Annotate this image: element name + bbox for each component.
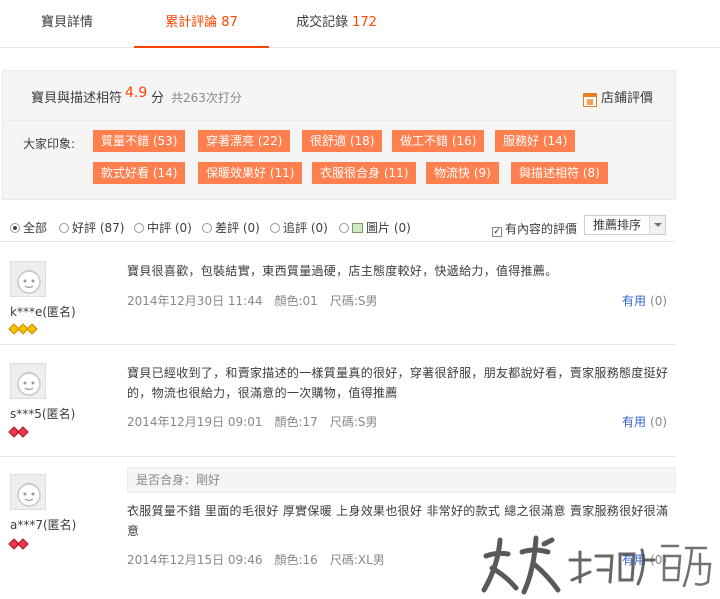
- tab-reviews[interactable]: 累計評論 87: [134, 0, 269, 48]
- tab-count: 172: [352, 15, 377, 30]
- rating-summary: 寶貝與描述相符 4.9 分 共263次打分 ▦ 店鋪評價 大家印象: 質量不錯 (…: [2, 70, 676, 200]
- useful-count: (0): [650, 415, 668, 429]
- tab-label: 成交記錄: [296, 15, 349, 30]
- default-avatar-icon: [11, 364, 45, 398]
- tab-transactions[interactable]: 成交記錄 172: [269, 0, 404, 48]
- impression-tag[interactable]: 與描述相符 (8): [511, 162, 608, 184]
- impression-tag[interactable]: 物流快 (9): [426, 162, 499, 184]
- review-size: 尺碼:XL男: [329, 553, 385, 567]
- default-avatar-icon: [11, 475, 45, 509]
- filter-label: 好評 (87): [72, 221, 125, 235]
- impression-tag[interactable]: 保暖效果好 (11): [198, 162, 303, 184]
- review-date: 2014年12月15日 09:46: [127, 553, 263, 567]
- review-item: k***e(匿名) 寶貝很喜歡，包裝結實，東西質量過硬，店主態度較好，快遞給力，…: [0, 245, 676, 345]
- reviewer-name: s***5(匿名): [10, 407, 76, 421]
- shop-rating-link[interactable]: ▦ 店鋪評價: [583, 87, 653, 107]
- radio-icon: [202, 223, 212, 233]
- review-text: 寶貝很喜歡，包裝結實，東西質量過硬，店主態度較好，快遞給力，值得推薦。: [127, 264, 558, 278]
- filter-pictures[interactable]: 圖片 (0): [339, 219, 411, 236]
- checkmark-icon: ✓: [492, 227, 502, 237]
- filter-label: 全部: [23, 221, 48, 235]
- review-meta: 2014年12月30日 11:44 顏色:01 尺碼:S男: [127, 292, 389, 309]
- filter-label: 追評 (0): [283, 221, 328, 235]
- filter-positive[interactable]: 好評 (87): [59, 219, 124, 236]
- filter-negative[interactable]: 差評 (0): [202, 219, 260, 236]
- radio-icon: [270, 223, 280, 233]
- sort-value: 推薦排序: [593, 218, 642, 232]
- score-row: 寶貝與描述相符 4.9 分 共263次打分 ▦ 店鋪評價: [3, 71, 675, 121]
- filter-label: 圖片 (0): [366, 221, 411, 235]
- useful-label: 有用: [622, 294, 647, 308]
- filter-label: 中評 (0): [147, 221, 192, 235]
- tab-bar: 寶貝詳情 累計評論 87 成交記錄 172: [0, 0, 720, 48]
- sort-select[interactable]: 推薦排序: [584, 215, 666, 235]
- watermark-logo: [481, 535, 712, 595]
- radio-icon: [339, 223, 349, 233]
- chevron-down-icon: [649, 216, 665, 234]
- buyer-rank-icon: [8, 537, 29, 550]
- filter-label: 差評 (0): [215, 221, 260, 235]
- impression-tag[interactable]: 衣服很合身 (11): [312, 162, 417, 184]
- useful-label: 有用: [622, 415, 647, 429]
- review-text: 寶貝已經收到了，和賣家描述的一樣質量真的很好，穿著很舒服，朋友都說好看，賣家服務…: [127, 366, 669, 400]
- impression-tag[interactable]: 做工不錯 (16): [392, 130, 485, 152]
- review-date: 2014年12月30日 11:44: [127, 294, 263, 308]
- avatar: [10, 363, 46, 399]
- reviewer-name: a***7(匿名): [10, 518, 77, 532]
- has-content-checkbox[interactable]: ✓ 有內容的評價: [492, 220, 577, 237]
- tab-label: 累計評論: [165, 15, 218, 30]
- buyer-rank-icon: [8, 425, 29, 438]
- radio-icon: [134, 223, 144, 233]
- filter-neutral[interactable]: 中評 (0): [134, 219, 192, 236]
- match-score: 4.9: [125, 85, 148, 101]
- impression-tag[interactable]: 很舒適 (18): [302, 130, 383, 152]
- rating-count: 共263次打分: [171, 91, 242, 105]
- calendar-icon: ▦: [583, 93, 597, 107]
- review-filter-bar: 全部 好評 (87) 中評 (0) 差評 (0) 追評 (0) 圖片 (0) ✓…: [0, 210, 676, 242]
- impression-tag[interactable]: 穿著漂亮 (22): [198, 130, 291, 152]
- radio-icon: [10, 223, 20, 233]
- buyer-rank-icon: [8, 322, 38, 335]
- review-color: 顏色:01: [274, 294, 318, 308]
- avatar: [10, 474, 46, 510]
- tab-count: 87: [221, 15, 238, 30]
- filter-all[interactable]: 全部: [10, 219, 47, 236]
- tab-item-details[interactable]: 寶貝詳情: [0, 0, 134, 48]
- has-content-label: 有內容的評價: [505, 222, 578, 236]
- review-item: s***5(匿名) 寶貝已經收到了，和賣家描述的一樣質量真的很好，穿著很舒服，朋…: [0, 345, 676, 457]
- tab-label: 寶貝詳情: [40, 15, 93, 30]
- radio-icon: [59, 223, 69, 233]
- useful-button[interactable]: 有用 (0): [622, 292, 667, 309]
- review-color: 顏色:17: [274, 415, 318, 429]
- review-size: 尺碼:S男: [329, 294, 378, 308]
- review-meta: 2014年12月15日 09:46 顏色:16 尺碼:XL男: [127, 551, 397, 568]
- reviewer-name: k***e(匿名): [10, 305, 76, 319]
- useful-button[interactable]: 有用 (0): [622, 413, 667, 430]
- filter-followup[interactable]: 追評 (0): [270, 219, 328, 236]
- review-size: 尺碼:S男: [329, 415, 378, 429]
- default-avatar-icon: [11, 262, 45, 296]
- review-date: 2014年12月19日 09:01: [127, 415, 263, 429]
- avatar: [10, 261, 46, 297]
- fit-note: 是否合身：剛好: [127, 467, 676, 493]
- review-color: 顏色:16: [274, 553, 318, 567]
- match-label: 寶貝與描述相符: [31, 91, 123, 106]
- impression-label: 大家印象:: [23, 137, 76, 151]
- impression-tag[interactable]: 服務好 (14): [495, 130, 576, 152]
- useful-count: (0): [650, 294, 668, 308]
- picture-icon: [352, 223, 363, 233]
- impression-tag[interactable]: 款式好看 (14): [93, 162, 186, 184]
- shop-rating-label: 店鋪評價: [601, 91, 654, 106]
- impression-tag[interactable]: 質量不錯 (53): [93, 130, 186, 152]
- score-unit: 分: [151, 91, 165, 106]
- review-meta: 2014年12月19日 09:01 顏色:17 尺碼:S男: [127, 413, 389, 430]
